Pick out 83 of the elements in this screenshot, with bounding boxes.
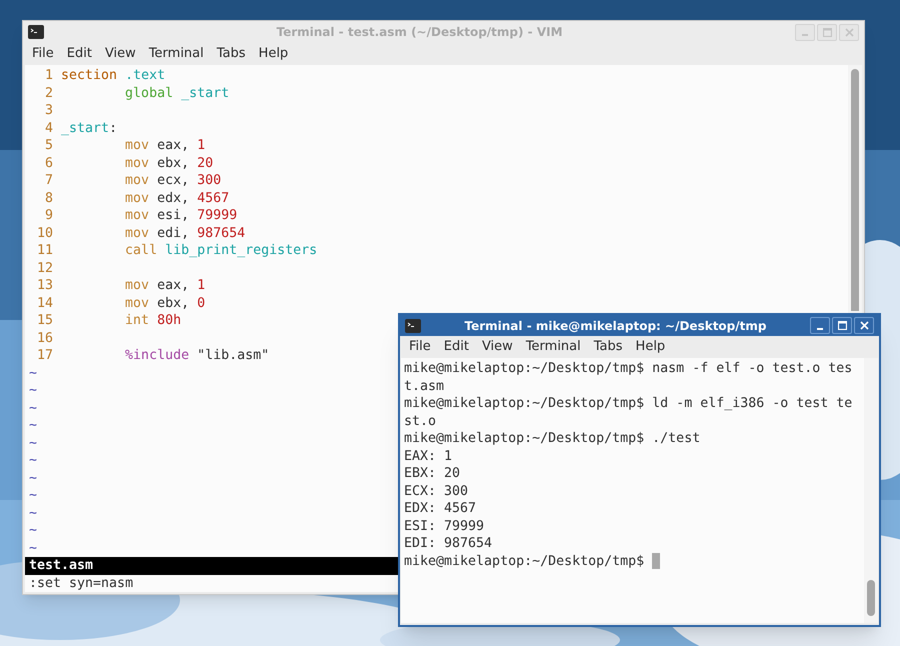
menu-item[interactable]: Help: [630, 337, 672, 357]
code-line: mov ecx, 300: [125, 172, 222, 190]
code-line: mov edi, 987654: [125, 224, 246, 242]
line-number: 16: [36, 330, 54, 347]
menu-item[interactable]: File: [26, 44, 60, 64]
maximize-button[interactable]: [832, 317, 852, 334]
terminal-line: EDI: 987654: [404, 535, 492, 552]
close-button[interactable]: [854, 317, 874, 334]
empty-line-marker: ~: [29, 523, 38, 538]
empty-line-marker: ~: [29, 470, 38, 486]
code-line: _start:: [61, 120, 118, 137]
menu-item[interactable]: File: [403, 337, 437, 357]
command-line: :set syn=nasm: [29, 576, 134, 590]
empty-line-marker: ~: [29, 418, 38, 433]
terminal-line: t.asm: [404, 378, 444, 395]
code-line: mov ebx, 20: [125, 154, 214, 172]
close-icon: [860, 321, 868, 330]
menu-item[interactable]: Terminal: [142, 44, 210, 64]
line-number: 7: [44, 172, 54, 190]
window-title: Terminal - test.asm (~/Desktop/tmp) - VIM: [275, 24, 564, 41]
line-number: 2: [44, 84, 54, 102]
text-cursor-icon: [652, 553, 660, 570]
maximize-icon: [822, 28, 832, 36]
terminal-icon: [28, 25, 44, 39]
empty-line-marker: ~: [29, 383, 38, 398]
terminal-line: mike@mikelaptop:~/Desktop/tmp$ ./test: [404, 430, 700, 448]
terminal-line: mike@mikelaptop:~/Desktop/tmp$ ld -m elf_i386 -o test te: [404, 395, 852, 412]
terminal-line: EAX: 1: [404, 448, 452, 465]
line-number: 6: [44, 154, 54, 172]
line-number: 8: [44, 190, 54, 207]
minimize-icon: [817, 328, 823, 330]
terminal-line: mike@mikelaptop:~/Desktop/tmp$ nasm -f elf -o test.o tes: [404, 360, 852, 378]
line-number: 13: [36, 277, 54, 294]
code-line: mov edx, 4567: [125, 190, 230, 207]
line-number: 1: [44, 67, 54, 84]
scrollbar-thumb[interactable]: [867, 580, 875, 616]
line-number: 14: [36, 294, 54, 312]
code-line: int 80h: [125, 312, 182, 330]
menu-item[interactable]: Tabs: [588, 337, 629, 357]
line-number: 5: [44, 137, 54, 154]
code-line: global _start: [125, 84, 230, 102]
empty-line-marker: ~: [29, 400, 38, 416]
minimize-button[interactable]: [810, 317, 830, 334]
menu-item[interactable]: Tabs: [210, 44, 252, 64]
line-number: 15: [36, 312, 54, 330]
line-number: 12: [36, 260, 54, 277]
code-line: section .text: [61, 67, 166, 84]
window-title: Terminal - mike@mikelaptop: ~/Desktop/tmp: [464, 318, 768, 334]
scrollbar-thumb[interactable]: [851, 69, 859, 311]
terminal-line: ECX: 300: [404, 482, 468, 500]
code-line: mov eax, 1: [125, 277, 206, 294]
minimize-icon: [802, 34, 808, 36]
menu-item[interactable]: Terminal: [520, 337, 587, 357]
code-line: %include "lib.asm": [125, 347, 270, 364]
terminal-line: EDX: 4567: [404, 500, 476, 518]
menu-item[interactable]: View: [476, 337, 519, 357]
line-number: 4: [44, 120, 54, 137]
terminal-icon: [405, 318, 421, 332]
menu-item[interactable]: Edit: [438, 337, 475, 357]
empty-line-marker: ~: [29, 453, 38, 468]
line-number: 3: [44, 102, 54, 120]
empty-line-marker: ~: [29, 436, 38, 450]
code-line: mov eax, 1: [125, 137, 206, 154]
terminal-line: ESI: 79999: [404, 518, 484, 535]
close-icon: [844, 28, 854, 36]
line-number: 11: [36, 242, 54, 260]
code-line: mov esi, 79999: [125, 207, 238, 224]
menu-item[interactable]: Help: [252, 44, 294, 64]
maximize-icon: [838, 321, 846, 330]
empty-line-marker: ~: [29, 540, 38, 556]
line-number: 10: [36, 224, 54, 242]
terminal-line: st.o: [404, 412, 436, 430]
empty-line-marker: ~: [29, 488, 38, 503]
code-line: mov ebx, 0: [125, 294, 206, 312]
empty-line-marker: ~: [29, 366, 38, 380]
scrollbar[interactable]: [864, 358, 878, 623]
code-line: call lib_print_registers: [125, 242, 318, 260]
terminal-line: EBX: 20: [404, 465, 460, 482]
line-number: 17: [36, 347, 54, 364]
empty-line-marker: ~: [29, 506, 38, 520]
menu-item[interactable]: Edit: [60, 44, 98, 64]
menu-item[interactable]: View: [98, 44, 142, 64]
line-number: 9: [44, 207, 54, 224]
